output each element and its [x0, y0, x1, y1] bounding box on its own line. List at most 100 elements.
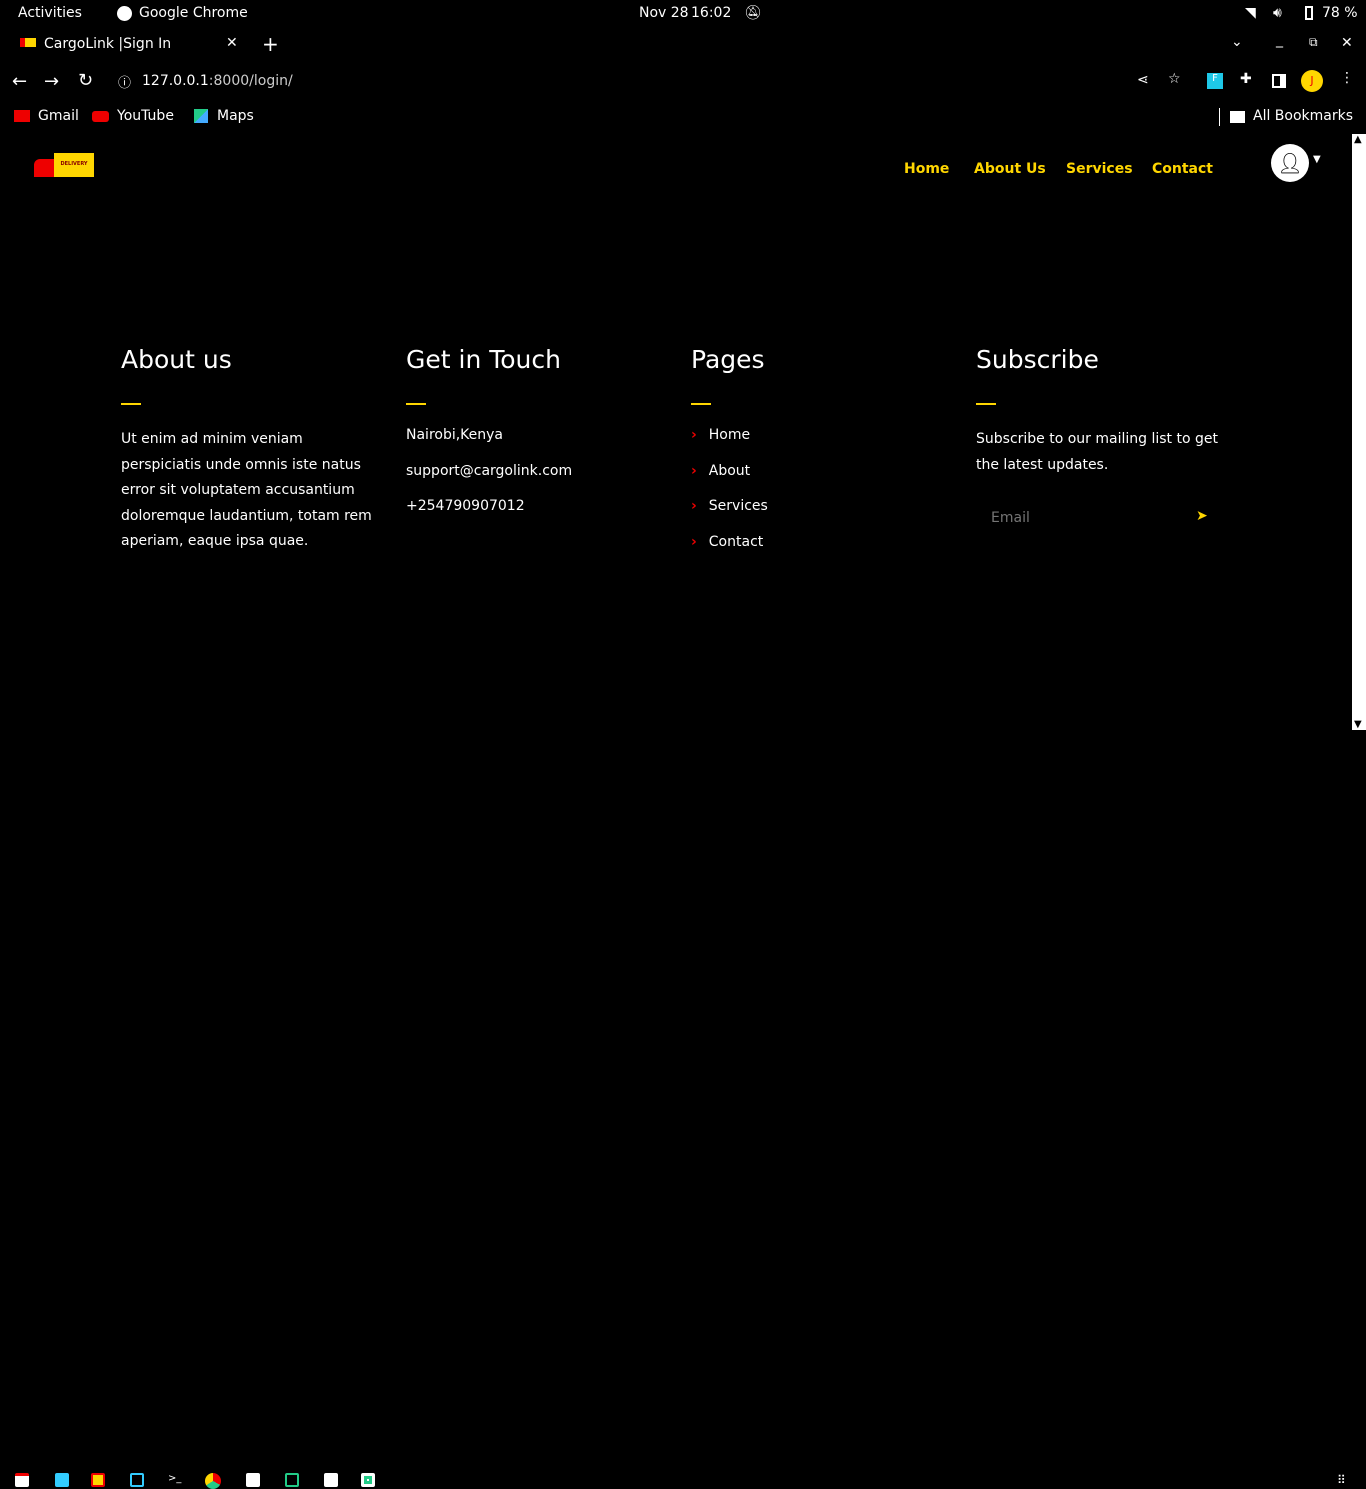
- contact-phone[interactable]: +254790907012: [406, 498, 666, 534]
- nav-contact[interactable]: Contact: [1152, 161, 1213, 177]
- title-underline: [691, 403, 711, 405]
- subscribe-title: Subscribe: [976, 345, 1099, 374]
- chrome-app-icon: [117, 6, 132, 21]
- footer-subscribe: Subscribe Subscribe to our mailing list …: [976, 345, 1236, 526]
- site-logo[interactable]: DELIVERY: [34, 153, 94, 183]
- tab-strip: CargoLink |Sign In ✕ + ⌄ _ ⧉ ✕: [0, 30, 1366, 60]
- reload-icon[interactable]: ↻: [78, 70, 93, 91]
- minimize-icon[interactable]: _: [1276, 32, 1283, 48]
- pages-title: Pages: [691, 345, 765, 374]
- chrome-app-icon[interactable]: [205, 1473, 221, 1489]
- tab-search-chevron-down-icon[interactable]: ⌄: [1231, 34, 1243, 50]
- folder-icon: [1230, 111, 1245, 123]
- side-panel-icon[interactable]: [1272, 74, 1286, 88]
- bookmark-youtube[interactable]: YouTube: [117, 108, 174, 124]
- link-label: Home: [708, 427, 751, 443]
- contact-title: Get in Touch: [406, 345, 561, 374]
- trash-app-icon[interactable]: [361, 1473, 375, 1487]
- system-top-bar: Activities Google Chrome Nov 28 16:02 🔕︎…: [0, 0, 1366, 28]
- contact-email[interactable]: support@cargolink.com: [406, 463, 666, 499]
- subscribe-text: Subscribe to our mailing list to get the…: [976, 431, 1218, 473]
- text-editor-app-icon[interactable]: [55, 1473, 69, 1487]
- site-info-icon[interactable]: ⓘ: [118, 72, 131, 91]
- contact-location: Nairobi,Kenya: [406, 427, 504, 443]
- back-icon[interactable]: ←: [12, 71, 27, 92]
- show-apps-grid-icon[interactable]: ⠿: [1337, 1473, 1346, 1487]
- vscode-app-icon[interactable]: [130, 1473, 144, 1487]
- bookmark-maps[interactable]: Maps: [217, 108, 254, 124]
- title-underline: [121, 403, 141, 405]
- clock[interactable]: 16:02: [691, 5, 731, 21]
- gmail-icon: [14, 110, 30, 122]
- terminal-app-icon[interactable]: >_: [168, 1473, 181, 1487]
- truck-cab: [34, 159, 54, 177]
- url-path: :8000/login/: [208, 73, 293, 89]
- restore-icon[interactable]: ⧉: [1309, 35, 1318, 50]
- title-underline: [406, 403, 426, 405]
- nav-services[interactable]: Services: [1066, 161, 1133, 177]
- about-text: Ut enim ad minim veniam perspiciatis und…: [121, 431, 372, 549]
- footer-link-home[interactable]: › Home: [691, 427, 951, 463]
- link-label: Contact: [708, 533, 764, 550]
- all-bookmarks-button[interactable]: All Bookmarks: [1253, 108, 1353, 124]
- document-app-icon[interactable]: [324, 1473, 338, 1487]
- youtube-icon: [92, 111, 109, 122]
- activities-button[interactable]: Activities: [18, 5, 82, 21]
- chevron-right-icon: ›: [691, 427, 697, 443]
- scroll-down-icon[interactable]: ▼: [1354, 719, 1362, 730]
- app-name[interactable]: Google Chrome: [139, 5, 248, 21]
- maps-icon: [194, 109, 208, 123]
- truck-logo-text: DELIVERY: [54, 153, 94, 177]
- bookmarks-divider: [1219, 108, 1220, 126]
- send-paper-plane-icon[interactable]: ➤: [1196, 508, 1208, 524]
- url-field[interactable]: 127.0.0.1:8000/login/: [142, 73, 293, 89]
- extension-icon[interactable]: F: [1207, 73, 1223, 89]
- profile-avatar[interactable]: J: [1301, 70, 1323, 92]
- close-window-icon[interactable]: ✕: [1341, 35, 1353, 51]
- nav-about-us[interactable]: About Us: [974, 161, 1046, 177]
- tab-title[interactable]: CargoLink |Sign In: [44, 36, 171, 52]
- close-tab-icon[interactable]: ✕: [226, 35, 238, 51]
- link-label: Services: [708, 498, 768, 514]
- battery-icon[interactable]: [1305, 6, 1313, 20]
- email-input[interactable]: [976, 510, 1176, 526]
- title-underline: [976, 403, 996, 405]
- footer-link-services[interactable]: › Services: [691, 498, 951, 534]
- scroll-up-icon[interactable]: ▲: [1354, 134, 1362, 145]
- footer-contact: Get in Touch Nairobi,Kenya support@cargo…: [406, 345, 666, 534]
- url-host: 127.0.0.1: [142, 73, 209, 89]
- footer-link-about[interactable]: › About: [691, 463, 951, 499]
- footer-link-contact[interactable]: › Contact: [691, 534, 951, 570]
- software-app-icon[interactable]: [91, 1473, 105, 1487]
- battery-percent: 78 %: [1322, 5, 1358, 21]
- nav-home[interactable]: Home: [904, 161, 949, 177]
- wifi-icon[interactable]: ◥: [1245, 5, 1256, 21]
- chevron-right-icon: ›: [691, 462, 697, 479]
- menu-kebab-icon[interactable]: ⋮: [1340, 70, 1354, 86]
- bookmark-gmail[interactable]: Gmail: [38, 108, 79, 124]
- pycharm-app-icon[interactable]: [285, 1473, 299, 1487]
- link-label: About: [708, 462, 751, 479]
- notifications-muted-icon: 🔕︎: [744, 5, 762, 21]
- footer-about: About us Ut enim ad minim veniam perspic…: [121, 345, 381, 555]
- share-icon[interactable]: ⋖: [1137, 72, 1149, 88]
- chevron-right-icon: ›: [691, 533, 697, 550]
- bookmark-star-icon[interactable]: ☆: [1168, 71, 1181, 87]
- date[interactable]: Nov 28: [639, 5, 689, 21]
- forward-icon[interactable]: →: [44, 71, 59, 92]
- tab-favicon-icon: [20, 38, 36, 47]
- extensions-puzzle-icon[interactable]: ✚: [1240, 71, 1252, 87]
- new-tab-icon[interactable]: +: [262, 32, 279, 56]
- chevron-right-icon: ›: [691, 498, 697, 514]
- user-dropdown-caret-icon[interactable]: ▼: [1313, 154, 1321, 165]
- volume-icon[interactable]: 🔊︎: [1273, 5, 1282, 21]
- address-bar-row: ← → ↻ ⓘ 127.0.0.1:8000/login/ ⋖ ☆ F ✚ J …: [0, 66, 1366, 98]
- user-account-icon[interactable]: 👤︎: [1271, 144, 1309, 182]
- page-scrollbar[interactable]: ▲ ▼: [1352, 134, 1366, 730]
- footer-pages: Pages › Home › About › Services › Contact: [691, 345, 951, 569]
- files-app-icon[interactable]: [15, 1473, 29, 1487]
- bookmarks-bar: Gmail YouTube Maps All Bookmarks: [0, 104, 1366, 130]
- screenshot-app-icon[interactable]: [246, 1473, 260, 1487]
- about-title: About us: [121, 345, 232, 374]
- taskbar-dock: >_ ⠿: [0, 732, 1366, 1489]
